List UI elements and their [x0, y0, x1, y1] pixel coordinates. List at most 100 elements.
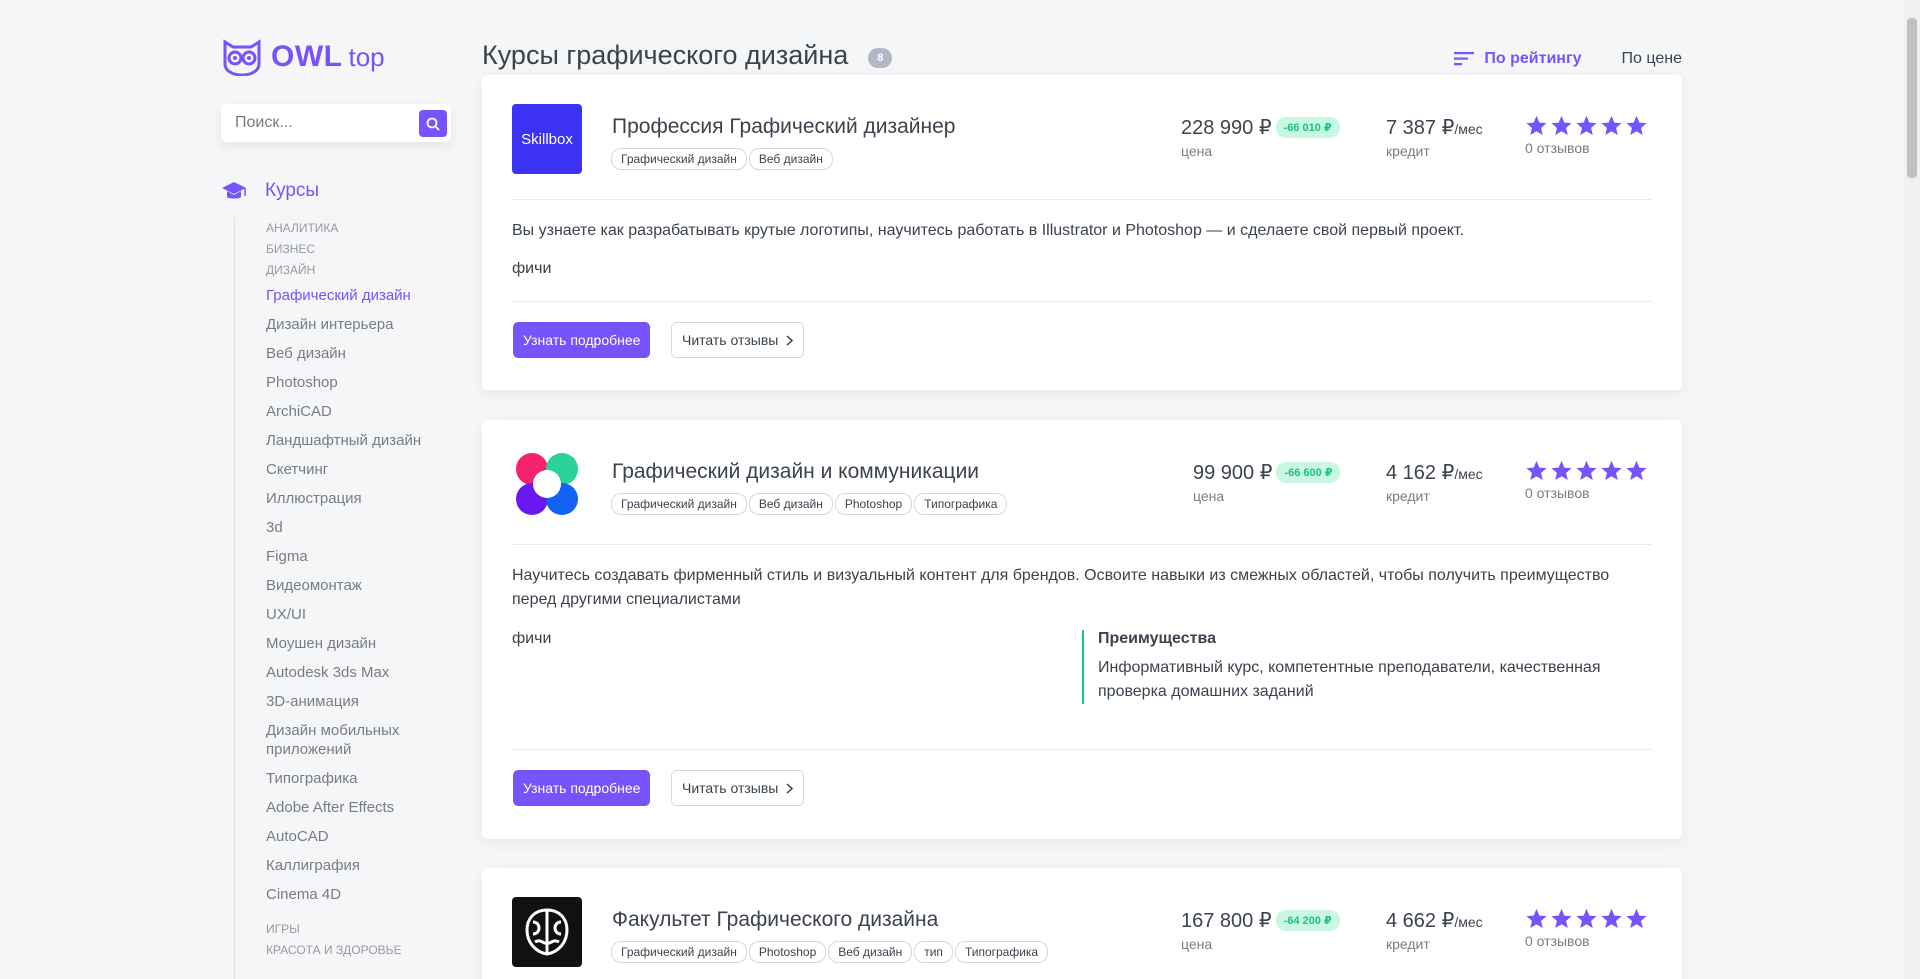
rating-stars: [1525, 115, 1650, 137]
course-card: Skillbox Профессия Графический дизайнер …: [482, 75, 1682, 390]
star-icon: [1626, 908, 1647, 928]
sort-by-rating-label: По рейтингу: [1484, 50, 1582, 67]
read-reviews-button[interactable]: Читать отзывы: [671, 770, 805, 806]
category-design[interactable]: Дизайн: [266, 260, 434, 281]
subnav-item[interactable]: Autodesk 3ds Max: [266, 663, 434, 692]
credit-label: кредит: [1386, 143, 1430, 159]
price: 228 990 ₽ -66 010 ₽: [1181, 115, 1340, 140]
star-icon: [1626, 460, 1647, 480]
course-tag[interactable]: Веб дизайн: [828, 941, 913, 963]
nav-courses[interactable]: Курсы: [221, 180, 319, 202]
course-tag[interactable]: Photoshop: [834, 493, 913, 515]
price-value: 167 800 ₽: [1181, 910, 1272, 932]
sort-by-price[interactable]: По цене: [1622, 50, 1682, 68]
subnav-item[interactable]: ArchiCAD: [266, 402, 434, 431]
credit-value: 4 162 ₽: [1386, 462, 1455, 484]
credit-block: 4 662 ₽/мес кредит: [1386, 908, 1483, 952]
star-icon: [1601, 908, 1622, 928]
star-icon: [1551, 115, 1572, 135]
search-input[interactable]: [221, 114, 411, 132]
credit-label: кредит: [1386, 488, 1430, 504]
course-title[interactable]: Факультет Графического дизайна: [612, 908, 938, 932]
credit-block: 4 162 ₽/мес кредит: [1386, 460, 1483, 504]
skillbox-logo: Skillbox: [512, 104, 582, 174]
course-tag[interactable]: Типографика: [954, 941, 1049, 963]
subnav-item[interactable]: Скетчинг: [266, 460, 434, 489]
sort-icon: [1454, 52, 1475, 66]
discount-badge: -66 010 ₽: [1275, 117, 1340, 138]
scrollbar-thumb[interactable]: [1907, 18, 1917, 178]
skillbox-logo-text: Skillbox: [521, 130, 573, 148]
course-tag[interactable]: Веб дизайн: [748, 148, 833, 170]
advantages-block: Преимущества Информативный курс, компете…: [1082, 630, 1642, 704]
learn-more-button[interactable]: Узнать подробнее: [513, 322, 651, 358]
title-row: Курсы графического дизайна 8 По рейтингу…: [482, 40, 1682, 71]
subnav-item[interactable]: Каллиграфия: [266, 856, 434, 885]
subnav-item-graphic-design[interactable]: Графический дизайн: [266, 286, 434, 315]
credit-block: 7 387 ₽/мес кредит: [1386, 115, 1483, 159]
subnav-item[interactable]: Иллюстрация: [266, 489, 434, 518]
course-card: Факультет Графического дизайна Графическ…: [482, 868, 1682, 979]
subnav-item[interactable]: Дизайн мобильных приложений: [266, 721, 416, 769]
discount-badge: -66 600 ₽: [1276, 462, 1341, 483]
category-games[interactable]: Игры: [266, 919, 434, 940]
course-tags: Графический дизайн Веб дизайн Photoshop …: [611, 493, 1009, 515]
subnav-item[interactable]: Photoshop: [266, 373, 434, 402]
subnav-item[interactable]: UX/UI: [266, 605, 434, 634]
subnav-item[interactable]: Моушен дизайн: [266, 634, 434, 663]
subnav-item[interactable]: Веб дизайн: [266, 344, 434, 373]
rating-block: 0 отзывов: [1525, 460, 1650, 501]
course-count-badge: 8: [868, 48, 893, 68]
rating-stars: [1525, 460, 1650, 482]
category-business[interactable]: Бизнес: [266, 239, 434, 260]
divider: [512, 544, 1652, 545]
course-tag[interactable]: Графический дизайн: [611, 148, 747, 170]
credit-unit: /мес: [1454, 466, 1483, 482]
course-tag[interactable]: Photoshop: [748, 941, 827, 963]
credit-unit: /мес: [1454, 914, 1483, 930]
category-beauty[interactable]: Красота и здоровье: [266, 940, 434, 961]
reviews-count: 0 отзывов: [1525, 485, 1590, 501]
graduation-cap-icon: [222, 182, 246, 199]
subnav-item[interactable]: Типографика: [266, 769, 434, 798]
logo[interactable]: OWL top: [221, 36, 453, 78]
subnav-item[interactable]: Figma: [266, 547, 434, 576]
course-tag[interactable]: Веб дизайн: [748, 493, 833, 515]
credit-value: 7 387 ₽: [1386, 117, 1455, 139]
price-label: цена: [1181, 143, 1213, 159]
credit-unit: /мес: [1454, 121, 1483, 137]
subnav-item[interactable]: AutoCAD: [266, 827, 434, 856]
price-block: 167 800 ₽ -64 200 ₽ цена: [1181, 908, 1340, 952]
course-title[interactable]: Графический дизайн и коммуникации: [612, 460, 979, 484]
course-tag[interactable]: Графический дизайн: [611, 941, 747, 963]
subnav-item[interactable]: Дизайн интерьера: [266, 315, 434, 344]
price-label: цена: [1181, 936, 1213, 952]
search-icon: [426, 117, 440, 131]
course-title[interactable]: Профессия Графический дизайнер: [612, 115, 956, 139]
course-tag[interactable]: Графический дизайн: [611, 493, 747, 515]
reviews-count: 0 отзывов: [1525, 140, 1590, 156]
star-icon: [1601, 115, 1622, 135]
subnav-item[interactable]: Видеомонтаж: [266, 576, 434, 605]
subnav-item[interactable]: 3D-анимация: [266, 692, 434, 721]
course-tag[interactable]: тип: [914, 941, 953, 963]
learn-more-button[interactable]: Узнать подробнее: [513, 770, 651, 806]
subnav-item[interactable]: Ландшафтный дизайн: [266, 431, 434, 460]
course-features: фичи: [512, 630, 552, 647]
course-description: Вы узнаете как разрабатывать крутые лого…: [512, 222, 1464, 239]
sort-by-rating[interactable]: По рейтингу: [1454, 50, 1582, 68]
subnav-item[interactable]: Adobe After Effects: [266, 798, 434, 827]
star-icon: [1601, 460, 1622, 480]
chevron-right-icon: [786, 334, 794, 346]
reviews-count: 0 отзывов: [1525, 933, 1590, 949]
star-icon: [1576, 908, 1597, 928]
search-button[interactable]: [419, 110, 447, 137]
read-reviews-button[interactable]: Читать отзывы: [671, 322, 805, 358]
subnav-item[interactable]: 3d: [266, 518, 434, 547]
scrollbar[interactable]: [1904, 0, 1920, 979]
category-analytics[interactable]: Аналитика: [266, 218, 434, 239]
advantages-text: Информативный курс, компетентные препода…: [1098, 659, 1601, 700]
course-tag[interactable]: Типографика: [914, 493, 1008, 515]
subnav-item[interactable]: Cinema 4D: [266, 885, 434, 919]
rating-block: 0 отзывов: [1525, 908, 1650, 949]
